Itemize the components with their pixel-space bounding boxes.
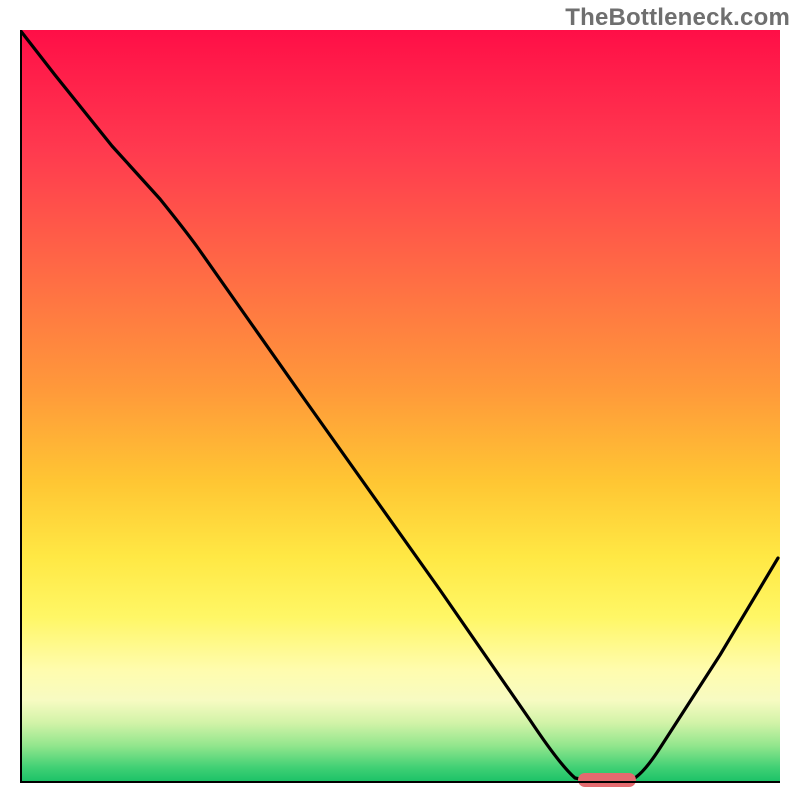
bottleneck-curve bbox=[20, 30, 780, 783]
plot-area bbox=[20, 30, 780, 783]
watermark-text: TheBottleneck.com bbox=[565, 4, 790, 32]
optimal-marker bbox=[578, 773, 636, 787]
chart-stage: TheBottleneck.com bbox=[0, 0, 800, 800]
curve-path bbox=[20, 30, 778, 781]
